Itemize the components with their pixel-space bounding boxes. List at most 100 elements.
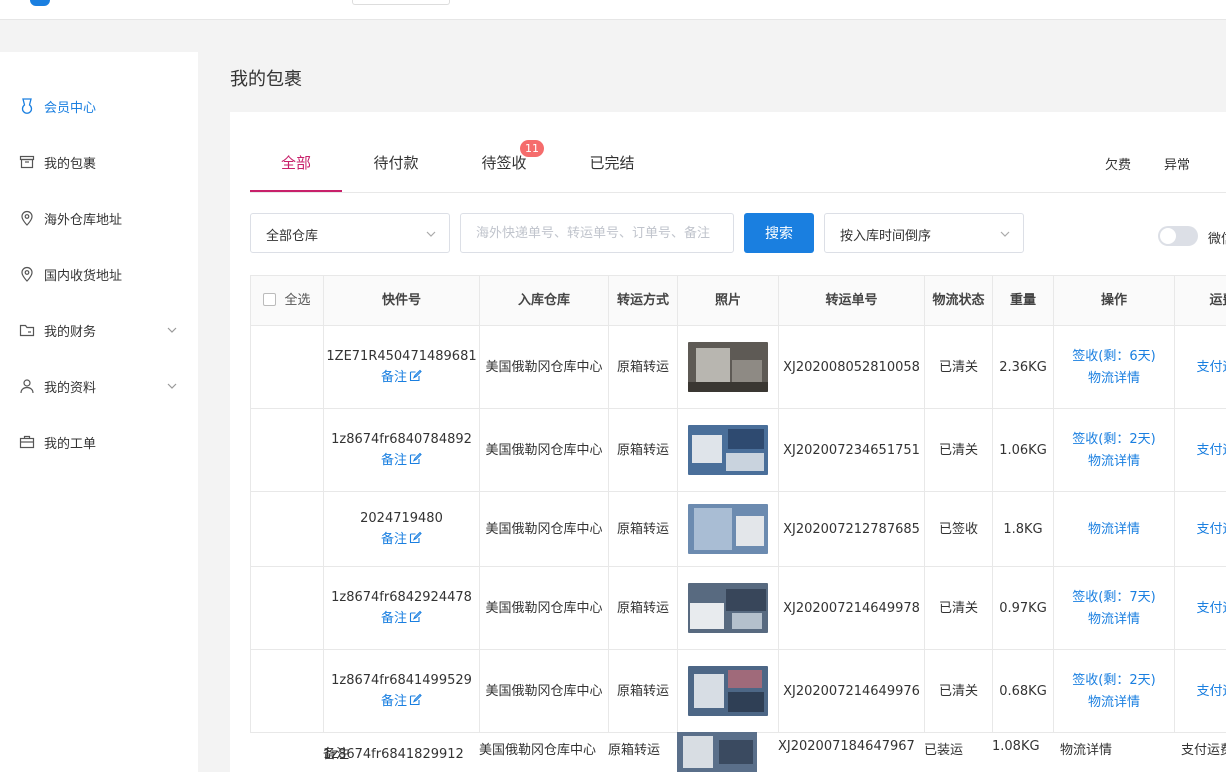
note-link[interactable]: 备注 [323,746,349,763]
pay-fee-link[interactable]: 支付运费 [1181,739,1226,758]
column-header: 转运单号 [778,275,925,326]
column-header: 运费 [1174,275,1226,326]
search-input[interactable] [460,213,734,253]
method-cell: 原箱转运 [608,408,678,492]
note-link[interactable]: 备注 [381,530,422,549]
fee-cell: 支付运费 [1174,325,1226,409]
method-cell: 原箱转运 [608,649,678,733]
folder-icon [19,324,35,337]
note-link[interactable]: 备注 [381,609,422,628]
row-select-cell[interactable] [250,408,324,492]
row-select-cell[interactable] [250,325,324,409]
sidebar: 会员中心 我的包裹 海外仓库地址 国内收货地址 我的财务 我的资料 我的工单 [0,52,198,772]
photo-cell[interactable] [677,325,779,409]
chevron-down-icon [167,327,177,333]
logistics-link[interactable]: 物流详情 [1054,452,1174,471]
link-arrears[interactable]: 欠费 [1105,154,1131,173]
package-photo[interactable] [688,583,768,633]
tab-all[interactable]: 全部 [250,142,342,192]
logistics-link[interactable]: 物流详情 [1054,610,1174,629]
select-all-checkbox[interactable] [263,293,277,306]
tracking-cell: 1z8674fr6842924478 备注 [323,566,480,650]
link-abnormal[interactable]: 异常 [1164,154,1190,173]
row-select-cell[interactable] [250,649,324,733]
sidebar-item-finance[interactable]: 我的财务 [0,315,198,345]
tab-pending-payment[interactable]: 待付款 [350,142,442,192]
logistics-link[interactable]: 物流详情 [1060,739,1112,758]
row-select-cell[interactable] [250,491,324,567]
photo-cell[interactable] [677,408,779,492]
logistics-link[interactable]: 物流详情 [1054,369,1174,388]
fee-cell: 支付运费 [1174,408,1226,492]
tracking-cell: 1z8674fr6841499529 备注 [323,649,480,733]
photo-cell[interactable] [677,491,779,567]
package-table: 全选 快件号 入库仓库 转运方式 照片 转运单号 物流状态 重量 操作 运费 1… [250,275,1226,733]
warehouse-cell: 美国俄勒冈仓库中心 [479,325,609,409]
sign-link[interactable]: 签收(剩：2天) [1054,671,1174,690]
note-link[interactable]: 备注 [381,692,422,711]
edit-icon [409,369,422,382]
method-cell: 原箱转运 [608,566,678,650]
sign-link[interactable]: 签收(剩：6天) [1054,347,1174,366]
note-link[interactable]: 备注 [381,368,422,387]
table-row: 1z8674fr6842924478 备注 美国俄勒冈仓库中心 原箱转运 XJ20… [250,566,1226,650]
location-pin-icon [21,266,33,282]
transfer-no-cell: XJ202007184647967 [778,739,915,754]
briefcase-icon [19,435,35,449]
package-icon [19,155,35,169]
wechat-toggle[interactable] [1158,226,1198,246]
tracking-cell: 1ZE71R450471489681 备注 [323,325,480,409]
column-header: 入库仓库 [479,275,609,326]
tab-completed[interactable]: 已完结 [566,142,658,192]
sidebar-item-domestic-address[interactable]: 国内收货地址 [0,259,198,289]
sidebar-item-overseas-warehouse[interactable]: 海外仓库地址 [0,203,198,233]
weight-cell: 1.06KG [992,408,1054,492]
sign-link[interactable]: 签收(剩：7天) [1054,588,1174,607]
sidebar-item-label: 会员中心 [44,100,97,116]
sidebar-item-my-packages[interactable]: 我的包裹 [0,147,198,177]
transfer-no-cell: XJ202007234651751 [778,408,925,492]
package-photo[interactable] [688,425,768,475]
action-cell: 物流详情 [1053,491,1175,567]
column-header: 快件号 [323,275,480,326]
edit-icon [409,693,422,706]
warehouse-select[interactable]: 全部仓库 [250,213,450,253]
warehouse-cell: 美国俄勒冈仓库中心 [479,566,609,650]
column-header: 照片 [677,275,779,326]
pay-fee-link[interactable]: 支付运费 [1196,360,1226,375]
pay-fee-link[interactable]: 支付运费 [1196,601,1226,616]
fee-cell: 支付运费 [1174,491,1226,567]
pay-fee-link[interactable]: 支付运费 [1196,522,1226,537]
sidebar-item-profile[interactable]: 我的资料 [0,371,198,401]
logo[interactable] [30,0,50,6]
tab-pending-sign[interactable]: 待签收 11 [458,140,550,192]
search-button[interactable]: 搜索 [744,213,814,253]
sidebar-item-member-center[interactable]: 会员中心 [0,91,198,121]
package-photo[interactable] [688,666,768,716]
row-select-cell[interactable] [250,566,324,650]
top-search-box[interactable] [352,0,450,5]
package-photo[interactable] [688,504,768,554]
weight-cell: 1.8KG [992,491,1054,567]
package-photo[interactable] [677,732,757,772]
photo-cell[interactable] [677,649,779,733]
sign-link[interactable]: 签收(剩：2天) [1054,430,1174,449]
logistics-link[interactable]: 物流详情 [1054,693,1174,712]
sort-select[interactable]: 按入库时间倒序 [824,213,1024,253]
package-photo[interactable] [688,342,768,392]
pay-fee-link[interactable]: 支付运费 [1196,684,1226,699]
pay-fee-link[interactable]: 支付运费 [1196,443,1226,458]
photo-cell[interactable] [677,566,779,650]
logistics-link[interactable]: 物流详情 [1054,520,1174,539]
toggle-label: 微信 [1208,232,1226,247]
table-row: 1z8674fr6841499529 备注 美国俄勒冈仓库中心 原箱转运 XJ20… [250,649,1226,733]
select-all-header[interactable]: 全选 [250,275,324,326]
fee-cell: 支付运费 [1174,566,1226,650]
sidebar-item-tickets[interactable]: 我的工单 [0,427,198,457]
status-cell: 已装运 [924,743,964,758]
note-link[interactable]: 备注 [381,451,422,470]
transfer-no-cell: XJ202007214649976 [778,649,925,733]
tracking-cell: 1z8674fr6840784892 备注 [323,408,480,492]
fee-cell: 支付运费 [1174,649,1226,733]
warehouse-cell: 美国俄勒冈仓库中心 [479,649,609,733]
